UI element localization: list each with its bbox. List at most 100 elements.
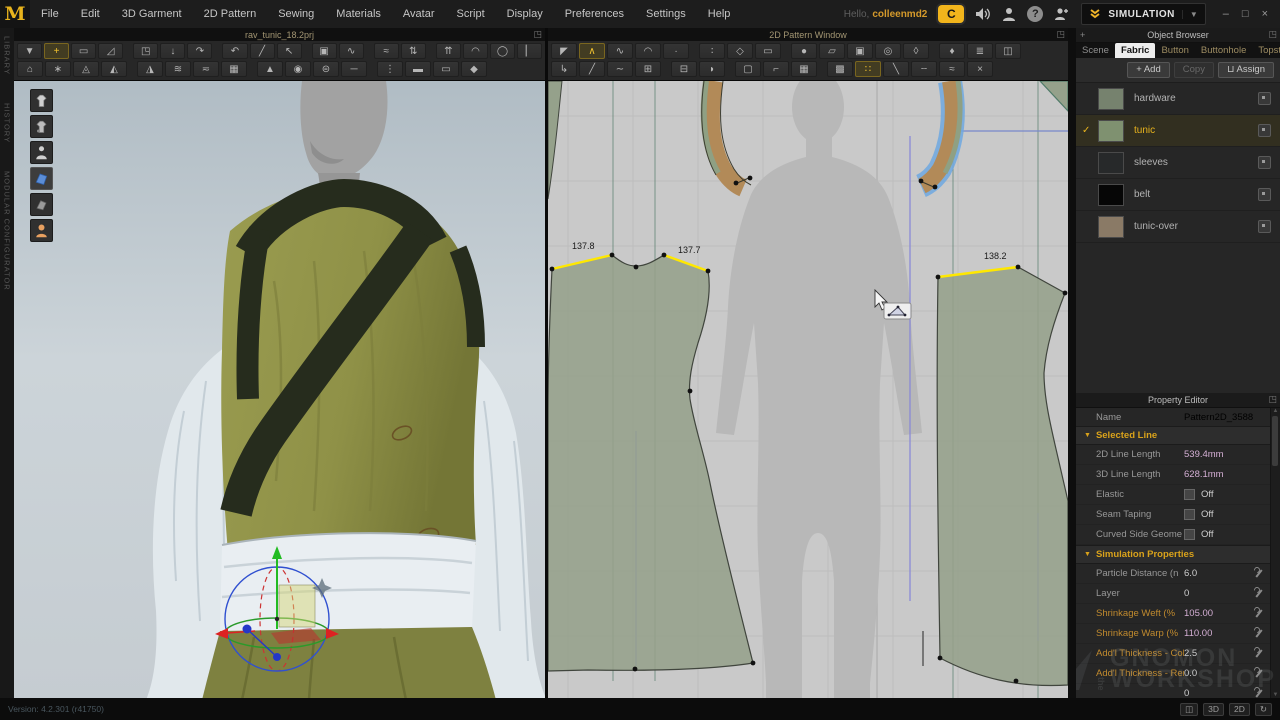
tool-buttonhole[interactable]: ⊜ [313, 61, 339, 77]
tool-clone-layer[interactable]: ⊞ [635, 61, 661, 77]
split-view-button[interactable]: ◫ [1180, 703, 1198, 716]
close-button[interactable]: × [1262, 0, 1268, 28]
tool-seam-wave[interactable]: ∼ [607, 61, 633, 77]
tool-sewing-detail[interactable]: ▣ [312, 43, 337, 59]
wrench-icon[interactable] [1253, 688, 1264, 698]
fabric-swatch[interactable] [1098, 152, 1124, 174]
property-value[interactable]: 6.0 [1184, 568, 1197, 579]
tool-circle[interactable]: ● [791, 43, 817, 59]
2d-canvas[interactable]: 137.8137.7138.2 [548, 81, 1068, 698]
tool-internal-circle[interactable]: ◎ [875, 43, 901, 59]
tab-topstitch[interactable]: Topstitch [1252, 43, 1280, 58]
tool-internal-rectangle[interactable]: ▣ [847, 43, 873, 59]
fabric-badge-icon[interactable] [1258, 156, 1271, 169]
fabric-badge-icon[interactable] [1258, 220, 1271, 233]
belt-sash[interactable] [220, 533, 476, 639]
tool-quad-mesh[interactable]: ▦ [221, 61, 247, 77]
tool-x-ray-joints[interactable]: ◬ [73, 61, 99, 77]
property-value[interactable]: 105.00 [1184, 608, 1213, 619]
property-editor-header[interactable]: Property Editor ◳ [1076, 393, 1280, 408]
menu-file[interactable]: File [30, 0, 70, 28]
minimize-button[interactable]: – [1223, 0, 1229, 28]
checkbox[interactable] [1184, 489, 1195, 500]
tool-zipper[interactable]: ⋮ [377, 61, 403, 77]
3d-viewport[interactable] [14, 81, 545, 698]
tool-select-lasso[interactable]: ◿ [98, 43, 123, 59]
tool-edit-curvature[interactable]: ∿ [607, 43, 633, 59]
tool-pin-fold[interactable]: ↷ [187, 43, 212, 59]
avatar-add-icon[interactable] [1054, 7, 1070, 21]
assign-button[interactable]: ⊔ Assign [1218, 62, 1274, 78]
tool-move-pattern[interactable]: ∷ [855, 61, 881, 77]
2d-view-button[interactable]: 2D [1229, 703, 1250, 716]
tool-sewing-free[interactable]: ↖ [277, 43, 302, 59]
tool-button[interactable]: ◉ [285, 61, 311, 77]
tool-avatar-display[interactable]: ⌂ [17, 61, 43, 77]
tool-flatten[interactable]: ≂ [193, 61, 219, 77]
fabric-row-tunic[interactable]: ✓tunic [1076, 115, 1280, 147]
wrench-icon[interactable] [1253, 588, 1264, 599]
property-value[interactable]: 539.4mm [1184, 449, 1224, 460]
tool-fasten[interactable]: ─ [341, 61, 367, 77]
rail-tab-history[interactable]: HISTORY [3, 103, 12, 143]
fabric-swatch[interactable] [1098, 216, 1124, 238]
tool-stitch-edge[interactable]: ▬ [405, 61, 431, 77]
checkbox[interactable] [1184, 509, 1195, 520]
fabric-swatch[interactable] [1098, 184, 1124, 206]
menu-materials[interactable]: Materials [325, 0, 392, 28]
2d-window-tab[interactable]: 2D Pattern Window ◳ [548, 28, 1068, 41]
tool-transform-pattern[interactable]: ◳ [133, 43, 158, 59]
popout-icon[interactable]: ◳ [533, 28, 542, 41]
property-value[interactable]: 0.0 [1184, 668, 1197, 679]
copy-button[interactable]: Copy [1174, 62, 1214, 78]
tool-tri-mesh[interactable]: ▩ [827, 61, 853, 77]
property-value[interactable]: 0 [1184, 588, 1189, 599]
tool-cut-and-sew[interactable]: × [967, 61, 993, 77]
tool-rectangle[interactable]: ▭ [755, 43, 781, 59]
tool-tape-circumference[interactable]: ◯ [490, 43, 515, 59]
fabric-row-hardware[interactable]: hardware [1076, 83, 1280, 115]
wrench-icon[interactable] [1253, 668, 1264, 679]
menu-avatar[interactable]: Avatar [392, 0, 446, 28]
show-avatar-icon[interactable] [30, 141, 53, 164]
tool-dart[interactable]: ◊ [903, 43, 929, 59]
menu-script[interactable]: Script [446, 0, 496, 28]
show-3d-garment-icon[interactable] [30, 89, 53, 112]
project-tab[interactable]: rav_tunic_18.2prj ◳ [14, 28, 545, 41]
fabric-row-sleeves[interactable]: sleeves [1076, 147, 1280, 179]
checkbox[interactable] [1184, 529, 1195, 540]
sync-button[interactable]: ↻ [1255, 703, 1272, 716]
tool-basting[interactable]: ┄ [911, 61, 937, 77]
maximize-button[interactable]: □ [1242, 0, 1249, 28]
simulation-mode-select[interactable]: SIMULATION ▼ [1081, 3, 1205, 25]
scrollbar-thumb[interactable] [1272, 416, 1278, 466]
rail-tab-library[interactable]: LIBRARY [3, 36, 12, 75]
tool-unpin[interactable]: ↶ [222, 43, 247, 59]
show-3d-garment-thick-icon[interactable] [30, 115, 53, 138]
3d-view-button[interactable]: 3D [1203, 703, 1224, 716]
wrench-icon[interactable] [1253, 648, 1264, 659]
tool-pleats-fold[interactable]: ◫ [995, 43, 1021, 59]
add-button[interactable]: + Add [1127, 62, 1170, 78]
tool-fit-map[interactable]: ◮ [137, 61, 163, 77]
tool-internal-polygon[interactable]: ▱ [819, 43, 845, 59]
tab-scene[interactable]: Scene [1076, 43, 1115, 58]
popout-icon[interactable]: ◳ [1056, 28, 1065, 41]
clo-brand-icon[interactable]: C [938, 5, 964, 23]
object-browser-header[interactable]: + Object Browser ◳ [1076, 28, 1280, 43]
menu-3d-garment[interactable]: 3D Garment [111, 0, 193, 28]
speaker-icon[interactable] [975, 7, 991, 21]
fabric-badge-icon[interactable] [1258, 92, 1271, 105]
fabric-swatch[interactable] [1098, 88, 1124, 110]
tool-sewing-segment[interactable]: ╱ [250, 43, 275, 59]
property-value[interactable]: 628.1mm [1184, 469, 1224, 480]
show-pattern-mesh-icon[interactable] [30, 193, 53, 216]
panel-divider[interactable] [1068, 28, 1076, 698]
property-value[interactable]: Off [1201, 509, 1214, 520]
tool-internal-dart[interactable]: ♦ [939, 43, 965, 59]
tool-pleats[interactable]: ≣ [967, 43, 993, 59]
tool-polygon[interactable]: ◇ [727, 43, 753, 59]
menu-preferences[interactable]: Preferences [554, 0, 635, 28]
tool-pin-curve[interactable]: ◠ [463, 43, 488, 59]
menu-settings[interactable]: Settings [635, 0, 697, 28]
